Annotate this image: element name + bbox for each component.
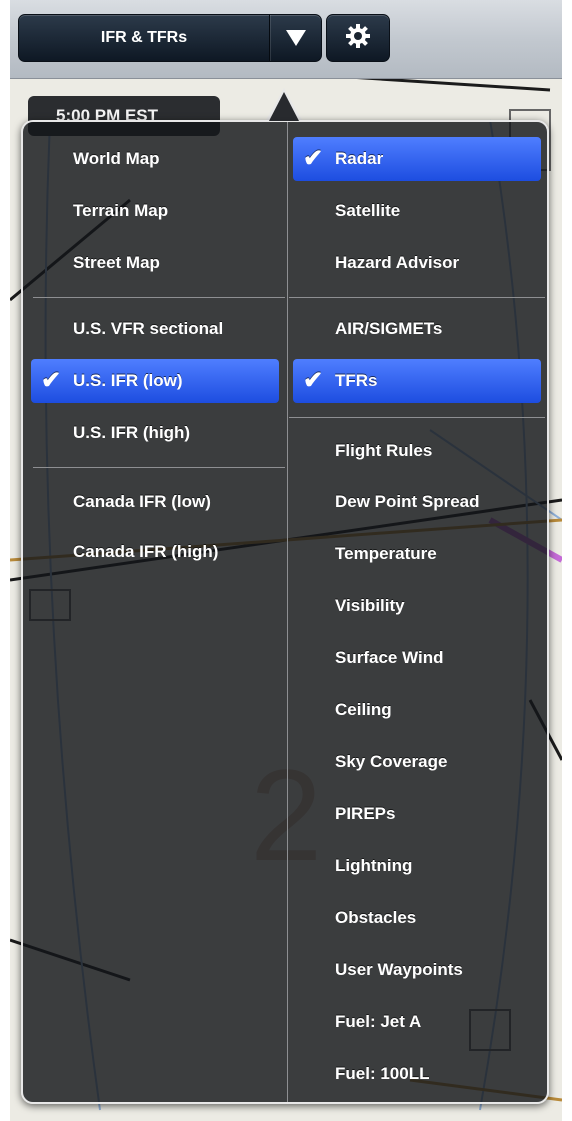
- layer-select-label: IFR & TFRs: [100, 29, 188, 46]
- layer-menu: World Map Terrain Map Street Map U.S. VF…: [21, 120, 549, 1104]
- menu-item-satellite[interactable]: Satellite: [335, 189, 545, 233]
- menu-item-hazard-advisor[interactable]: Hazard Advisor: [335, 241, 545, 285]
- checkmark-icon: ✔: [303, 367, 324, 394]
- menu-item-lightning[interactable]: Lightning: [335, 844, 545, 888]
- left-group-separator: [33, 297, 285, 298]
- left-group-separator: [33, 467, 285, 468]
- menu-pointer-fill: [269, 92, 299, 121]
- top-toolbar: IFR & TFRs: [10, 0, 562, 79]
- menu-item-terrain-map[interactable]: Terrain Map: [73, 189, 285, 233]
- menu-item-air-sigmets[interactable]: AIR/SIGMETs: [335, 307, 545, 351]
- checkmark-icon: ✔: [303, 145, 324, 172]
- divider: [269, 15, 270, 61]
- menu-item-temperature[interactable]: Temperature: [335, 532, 545, 576]
- menu-item-canada-ifr-high[interactable]: Canada IFR (high): [73, 530, 285, 574]
- menu-item-tfrs[interactable]: ✔ TFRs: [293, 359, 541, 403]
- menu-item-flight-rules[interactable]: Flight Rules: [335, 429, 545, 473]
- right-group-separator: [289, 417, 545, 418]
- menu-item-us-ifr-high[interactable]: U.S. IFR (high): [73, 411, 285, 455]
- menu-item-ceiling[interactable]: Ceiling: [335, 688, 545, 732]
- menu-item-canada-ifr-low[interactable]: Canada IFR (low): [73, 480, 285, 524]
- menu-item-radar[interactable]: ✔ Radar: [293, 137, 541, 181]
- menu-item-us-vfr-sectional[interactable]: U.S. VFR sectional: [73, 307, 285, 351]
- menu-item-street-map[interactable]: Street Map: [73, 241, 285, 285]
- menu-item-label: U.S. IFR (low): [73, 371, 183, 390]
- triangle-down-icon[interactable]: [271, 15, 321, 61]
- menu-item-surface-wind[interactable]: Surface Wind: [335, 636, 545, 680]
- menu-item-us-ifr-low[interactable]: ✔ U.S. IFR (low): [31, 359, 279, 403]
- menu-item-label: TFRs: [335, 371, 378, 390]
- menu-item-visibility[interactable]: Visibility: [335, 584, 545, 628]
- menu-item-label: Radar: [335, 149, 384, 168]
- menu-item-pireps[interactable]: PIREPs: [335, 792, 545, 836]
- menu-item-user-waypoints[interactable]: User Waypoints: [335, 948, 545, 992]
- checkmark-icon: ✔: [41, 367, 62, 394]
- menu-item-sky-coverage[interactable]: Sky Coverage: [335, 740, 545, 784]
- menu-item-dew-point-spread[interactable]: Dew Point Spread: [335, 480, 545, 524]
- menu-item-world-map[interactable]: World Map: [73, 137, 285, 181]
- settings-button[interactable]: [326, 14, 390, 62]
- menu-item-obstacles[interactable]: Obstacles: [335, 896, 545, 940]
- column-divider: [287, 122, 288, 1102]
- layer-select-button[interactable]: IFR & TFRs: [18, 14, 322, 62]
- right-group-separator: [289, 297, 545, 298]
- gear-icon: [345, 23, 371, 54]
- menu-item-fuel-100ll[interactable]: Fuel: 100LL: [335, 1052, 545, 1096]
- menu-item-fuel-jet-a[interactable]: Fuel: Jet A: [335, 1000, 545, 1044]
